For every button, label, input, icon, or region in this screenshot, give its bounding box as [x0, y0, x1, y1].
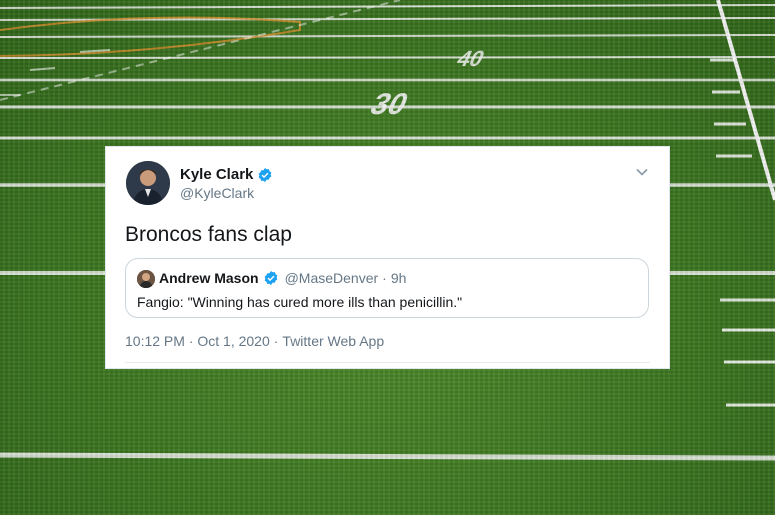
chevron-down-icon[interactable]: [635, 165, 649, 179]
verified-badge-icon: [263, 270, 279, 286]
separator-dot: ·: [382, 270, 387, 286]
tweet-text: Broncos fans clap: [125, 223, 292, 246]
tweet-source[interactable]: Twitter Web App: [282, 333, 384, 349]
author-name[interactable]: Kyle Clark: [180, 166, 253, 183]
tweet-timestamp[interactable]: 10:12 PM · Oct 1, 2020: [125, 333, 270, 349]
quoted-tweet-age[interactable]: 9h: [391, 270, 407, 286]
quoted-author-name[interactable]: Andrew Mason: [159, 270, 259, 286]
quoted-tweet[interactable]: Andrew Mason @MaseDenver · 9h Fangio: "W…: [125, 258, 649, 318]
divider: [125, 362, 650, 363]
tweet-card[interactable]: Kyle Clark @KyleClark Broncos fans clap …: [105, 146, 670, 369]
verified-badge-icon: [257, 167, 273, 183]
separator-dot: ·: [273, 333, 279, 349]
tweet-metadata: 10:12 PM · Oct 1, 2020 · Twitter Web App: [125, 333, 384, 349]
quoted-author-handle[interactable]: @MaseDenver: [285, 270, 379, 286]
author-avatar[interactable]: [126, 161, 170, 205]
author-handle[interactable]: @KyleClark: [180, 185, 254, 201]
quoted-author-avatar[interactable]: [137, 270, 155, 288]
quoted-tweet-text: Fangio: "Winning has cured more ills tha…: [137, 294, 463, 310]
